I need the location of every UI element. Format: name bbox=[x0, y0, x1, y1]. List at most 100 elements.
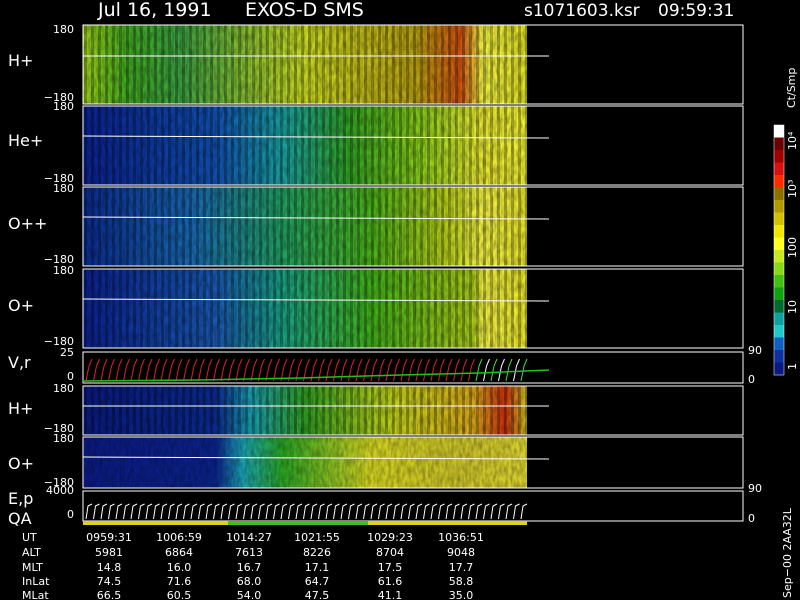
colorbar-label-10e3: 10³ bbox=[786, 180, 799, 198]
panel-label-qa: QA bbox=[8, 509, 32, 528]
velocity-tick bbox=[348, 358, 355, 382]
energy-tick bbox=[408, 503, 415, 520]
ephemeris-cell: 41.1 bbox=[378, 589, 403, 600]
energy-tick bbox=[460, 503, 468, 520]
ephemeris-cell: 17.1 bbox=[305, 561, 330, 574]
energy-tick bbox=[475, 503, 483, 520]
colorbar: Ct/Smp 10⁴ 10³ 100 10 1 bbox=[773, 68, 799, 376]
ephemeris-cell: 8226 bbox=[303, 546, 331, 559]
energy-tick bbox=[363, 503, 370, 520]
ephemeris-cell: 58.8 bbox=[449, 575, 474, 588]
velocity-tick bbox=[160, 358, 168, 382]
energy-tick bbox=[138, 503, 145, 520]
energy-tick bbox=[145, 503, 153, 520]
ephemeris-cell: 54.0 bbox=[237, 589, 262, 600]
velocity-tick bbox=[243, 358, 250, 382]
y-max-label: 180 bbox=[53, 100, 74, 113]
velocity-tick bbox=[130, 358, 138, 382]
row-label-mlt: MLT bbox=[22, 561, 43, 574]
velocity-tick bbox=[138, 358, 145, 382]
velocity-tick bbox=[93, 358, 100, 382]
energy-tick bbox=[393, 503, 400, 520]
panel-o-plus-1 bbox=[82, 268, 744, 349]
noise-overlay bbox=[83, 187, 527, 266]
panel-he-plus bbox=[82, 105, 744, 186]
energy-tick bbox=[483, 503, 490, 520]
energy-tick bbox=[153, 503, 160, 520]
velocity-tick bbox=[265, 358, 273, 382]
y-min-label: 0 bbox=[67, 508, 74, 521]
velocity-tick bbox=[505, 358, 513, 382]
ephemeris-cell: 6864 bbox=[165, 546, 193, 559]
velocity-tick bbox=[258, 358, 265, 382]
energy-tick bbox=[370, 503, 378, 520]
date-label: Jul 16, 1991 bbox=[97, 0, 212, 21]
velocity-tick bbox=[423, 358, 430, 382]
energy-tick bbox=[108, 503, 115, 520]
energy-tick bbox=[198, 503, 205, 520]
colorbar-cell bbox=[774, 237, 784, 251]
energy-tick bbox=[288, 503, 295, 520]
ephemeris-cell: 61.6 bbox=[378, 575, 403, 588]
velocity-tick bbox=[378, 358, 385, 382]
velocity-tick bbox=[100, 358, 108, 382]
velocity-tick bbox=[108, 358, 115, 382]
velocity-tick bbox=[513, 358, 520, 382]
qa-bar-middle bbox=[228, 521, 368, 525]
instrument-label: EXOS-D SMS bbox=[245, 0, 364, 21]
velocity-tick bbox=[145, 358, 153, 382]
energy-tick bbox=[235, 503, 243, 520]
colorbar-cell bbox=[774, 200, 784, 213]
panel-o-plus-plus bbox=[82, 186, 744, 267]
y-max-label: 180 bbox=[53, 23, 74, 36]
energy-tick bbox=[115, 503, 123, 520]
colorbar-cell bbox=[774, 362, 784, 376]
energy-tick bbox=[100, 503, 108, 520]
panel-h-plus-1 bbox=[82, 24, 744, 105]
energy-tick bbox=[183, 503, 190, 520]
velocity-tick bbox=[408, 358, 415, 382]
velocity-tick bbox=[168, 358, 175, 382]
velocity-tick bbox=[415, 358, 423, 382]
energy-tick bbox=[273, 503, 280, 520]
colorbar-cells bbox=[774, 125, 784, 376]
panel-label-v-r: V,r bbox=[8, 353, 31, 372]
velocity-tick bbox=[213, 358, 220, 382]
ephemeris-cell: 47.5 bbox=[305, 589, 330, 600]
energy-tick bbox=[160, 503, 168, 520]
energy-tick-marks bbox=[85, 503, 528, 520]
panel-label-he-plus: He+ bbox=[8, 131, 43, 150]
energy-tick bbox=[340, 503, 348, 520]
energy-tick bbox=[205, 503, 213, 520]
colorbar-label-10: 10 bbox=[786, 300, 799, 314]
colorbar-cell bbox=[774, 350, 784, 363]
energy-tick bbox=[400, 503, 408, 520]
file-label: s1071603.ksr bbox=[524, 1, 640, 21]
ephemeris-cell: 64.7 bbox=[305, 575, 330, 588]
panel-o-plus-2 bbox=[82, 436, 744, 489]
ephemeris-cell: 71.6 bbox=[167, 575, 192, 588]
colorbar-cell bbox=[774, 325, 784, 338]
energy-tick bbox=[325, 503, 333, 520]
velocity-tick bbox=[183, 358, 190, 382]
row-label-inlat: InLat bbox=[22, 575, 50, 588]
velocity-tick bbox=[520, 358, 528, 382]
y-max-label: 25 bbox=[60, 346, 74, 359]
ephemeris-cell: 1029:23 bbox=[367, 531, 413, 544]
velocity-tick bbox=[340, 358, 348, 382]
energy-tick bbox=[265, 503, 273, 520]
velocity-tick bbox=[430, 358, 438, 382]
panel-frame bbox=[82, 351, 744, 384]
energy-tick bbox=[123, 503, 130, 520]
energy-tick bbox=[85, 503, 93, 520]
velocity-tick bbox=[453, 358, 460, 382]
footer-label: Sep−00 2AA32L bbox=[781, 507, 794, 598]
energy-tick bbox=[190, 503, 198, 520]
ephemeris-cell: 1021:55 bbox=[294, 531, 340, 544]
colorbar-cell bbox=[774, 300, 784, 313]
velocity-tick bbox=[220, 358, 228, 382]
colorbar-label-100: 100 bbox=[786, 237, 799, 258]
ephemeris-cell: 68.0 bbox=[237, 575, 262, 588]
spectrogram-figure: Jul 16, 1991 EXOS-D SMS s1071603.ksr 09:… bbox=[8, 0, 799, 600]
colorbar-cell bbox=[774, 125, 784, 138]
